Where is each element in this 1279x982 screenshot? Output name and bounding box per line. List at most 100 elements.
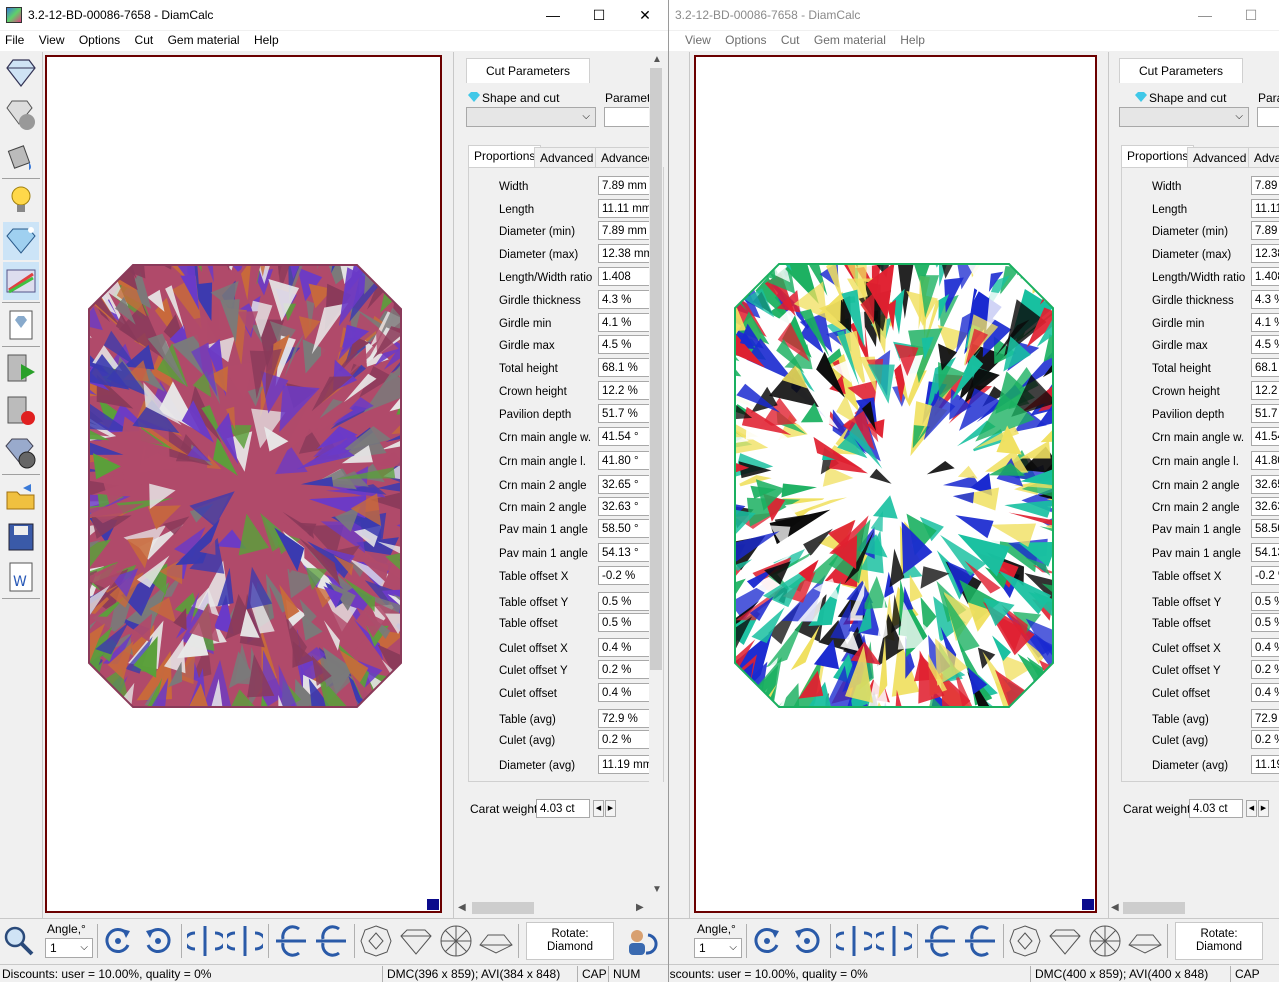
view-bottom-button[interactable] bbox=[438, 923, 474, 959]
proportion-value-input[interactable]: 11.11 mm bbox=[598, 199, 651, 218]
rotate-cw-button[interactable] bbox=[140, 923, 176, 959]
record-video-button[interactable] bbox=[3, 392, 39, 430]
carat-weight-input[interactable]: 4.03 ct bbox=[1189, 799, 1243, 818]
proportion-value-input[interactable]: 4.5 % bbox=[598, 335, 651, 354]
proportion-value-input[interactable]: 11.11 bbox=[1251, 199, 1279, 218]
rotate-diamond-toggle[interactable]: Rotate: Diamond bbox=[1175, 922, 1263, 960]
proportion-value-input[interactable]: 0.2 % bbox=[1251, 660, 1279, 679]
view-top-button[interactable] bbox=[1007, 923, 1043, 959]
proportion-value-input[interactable]: 1.408 bbox=[1251, 267, 1279, 286]
angle-select[interactable]: 1 ⌵ bbox=[694, 938, 742, 958]
proportion-value-input[interactable]: 41.54 bbox=[1251, 427, 1279, 446]
maximize-button[interactable]: ☐ bbox=[576, 0, 622, 30]
diamond-view-button[interactable] bbox=[3, 54, 39, 92]
tab-proportions[interactable]: Proportions bbox=[468, 145, 542, 168]
scroll-up-icon[interactable]: ▲ bbox=[652, 54, 662, 65]
menu-cut[interactable]: Cut bbox=[781, 31, 800, 47]
tab-advanced-2[interactable]: Adva bbox=[1248, 147, 1279, 168]
proportion-value-input[interactable]: 7.89 mm bbox=[598, 176, 651, 195]
diamond-wheel-button[interactable] bbox=[3, 434, 39, 472]
menu-gem-material[interactable]: Gem material bbox=[168, 31, 240, 47]
menu-gem-material[interactable]: Gem material bbox=[814, 31, 886, 47]
flip-vertical-right-button[interactable] bbox=[223, 923, 267, 959]
proportion-value-input[interactable]: 41.54 ° bbox=[598, 427, 651, 446]
scrollbar-thumb[interactable] bbox=[472, 902, 534, 914]
flip-horizontal-up-button[interactable] bbox=[273, 923, 309, 959]
report-button[interactable] bbox=[3, 306, 39, 344]
proportion-value-input[interactable]: 4.3 % bbox=[598, 290, 651, 309]
scroll-left-icon[interactable]: ◀ bbox=[1111, 902, 1119, 913]
proportion-value-input[interactable]: 72.9 % bbox=[598, 709, 651, 728]
menu-file[interactable]: File bbox=[5, 31, 24, 47]
minimize-button[interactable]: — bbox=[530, 0, 576, 30]
proportion-value-input[interactable]: 4.1 % bbox=[598, 313, 651, 332]
tab-proportions[interactable]: Proportions bbox=[1121, 145, 1195, 168]
panel-horizontal-scrollbar[interactable]: ◀ bbox=[1109, 900, 1279, 916]
tab-advanced-1[interactable]: Advanced bbox=[1187, 147, 1253, 168]
proportion-value-input[interactable]: 32.65 ° bbox=[598, 475, 651, 494]
proportion-value-input[interactable]: 41.80 ° bbox=[598, 451, 651, 470]
proportion-value-input[interactable]: 72.9 % bbox=[1251, 709, 1279, 728]
play-video-button[interactable] bbox=[3, 350, 39, 388]
proportion-value-input[interactable]: 0.4 % bbox=[1251, 638, 1279, 657]
title-bar[interactable]: 3.2-12-BD-00086-7658 - DiamCalc — ☐ ✕ bbox=[0, 0, 668, 30]
proportion-value-input[interactable]: 7.89 mm bbox=[598, 221, 651, 240]
parameters-input[interactable] bbox=[604, 107, 654, 127]
scroll-right-icon[interactable]: ▶ bbox=[636, 902, 644, 913]
proportion-value-input[interactable]: 7.89 r bbox=[1251, 221, 1279, 240]
diamond-render-view[interactable] bbox=[45, 55, 442, 913]
tab-advanced-1[interactable]: Advanced bbox=[534, 147, 600, 168]
proportion-value-input[interactable]: 0.4 % bbox=[598, 683, 651, 702]
carat-increase-button[interactable]: ▶ bbox=[1258, 800, 1269, 817]
proportion-value-input[interactable]: 41.80 bbox=[1251, 451, 1279, 470]
proportion-value-input[interactable]: 0.2 % bbox=[1251, 730, 1279, 749]
flip-horizontal-up-button[interactable] bbox=[922, 923, 958, 959]
proportion-value-input[interactable]: 0.2 % bbox=[598, 730, 651, 749]
scrollbar-thumb[interactable] bbox=[1123, 902, 1185, 914]
proportion-value-input[interactable]: -0.2 % bbox=[598, 566, 651, 585]
proportion-value-input[interactable]: 54.13 ° bbox=[598, 543, 651, 562]
proportion-value-input[interactable]: 32.63 ° bbox=[598, 497, 651, 516]
proportion-value-input[interactable]: 12.2 % bbox=[598, 381, 651, 400]
proportion-value-input[interactable]: 51.7 % bbox=[598, 404, 651, 423]
proportion-value-input[interactable]: 1.408 bbox=[598, 267, 651, 286]
proportion-value-input[interactable]: 51.7 % bbox=[1251, 404, 1279, 423]
proportion-value-input[interactable]: 0.5 % bbox=[598, 592, 651, 611]
view-side-button[interactable] bbox=[1047, 923, 1083, 959]
flip-horizontal-down-button[interactable] bbox=[313, 923, 349, 959]
view-bottom-button[interactable] bbox=[1087, 923, 1123, 959]
rotate-cw-button[interactable] bbox=[789, 923, 825, 959]
proportion-value-input[interactable]: 0.5 % bbox=[1251, 592, 1279, 611]
angle-select[interactable]: 1 ⌵ bbox=[45, 938, 93, 958]
parameters-input[interactable] bbox=[1257, 107, 1279, 127]
panel-vertical-scrollbar[interactable]: ▲ ▼ bbox=[649, 54, 663, 899]
minimize-button[interactable]: — bbox=[1182, 0, 1228, 30]
proportion-value-input[interactable]: 0.4 % bbox=[598, 638, 651, 657]
shape-select[interactable]: ⌵ bbox=[1119, 107, 1249, 127]
menu-view[interactable]: View bbox=[39, 31, 65, 47]
menu-help[interactable]: Help bbox=[254, 31, 279, 47]
proportion-value-input[interactable]: 4.3 % bbox=[1251, 290, 1279, 309]
sparkle-diamond-button[interactable] bbox=[3, 222, 39, 260]
flip-horizontal-down-button[interactable] bbox=[962, 923, 998, 959]
spectrum-button[interactable] bbox=[3, 262, 39, 300]
paint-bucket-button[interactable] bbox=[3, 138, 39, 176]
maximize-button[interactable]: ☐ bbox=[1228, 0, 1274, 30]
open-folder-button[interactable] bbox=[3, 478, 39, 516]
proportion-value-input[interactable]: 0.4 % bbox=[1251, 683, 1279, 702]
flip-vertical-right-button[interactable] bbox=[872, 923, 916, 959]
flip-vertical-left-button[interactable] bbox=[832, 923, 876, 959]
carat-weight-input[interactable]: 4.03 ct bbox=[536, 799, 590, 818]
panel-horizontal-scrollbar[interactable]: ◀ ▶ bbox=[454, 900, 651, 916]
light-bulb-button[interactable] bbox=[3, 182, 39, 220]
rotate-viewer-button[interactable] bbox=[624, 923, 660, 959]
menu-options[interactable]: Options bbox=[79, 31, 120, 47]
tab-cut-parameters[interactable]: Cut Parameters bbox=[1119, 58, 1243, 83]
carat-decrease-button[interactable]: ◀ bbox=[1246, 800, 1257, 817]
proportion-value-input[interactable]: 54.13 bbox=[1251, 543, 1279, 562]
carat-increase-button[interactable]: ▶ bbox=[605, 800, 616, 817]
scroll-left-icon[interactable]: ◀ bbox=[458, 902, 466, 913]
view-top-button[interactable] bbox=[358, 923, 394, 959]
proportion-value-input[interactable]: 58.50 bbox=[1251, 519, 1279, 538]
proportion-value-input[interactable]: 11.19 mm bbox=[598, 755, 651, 774]
